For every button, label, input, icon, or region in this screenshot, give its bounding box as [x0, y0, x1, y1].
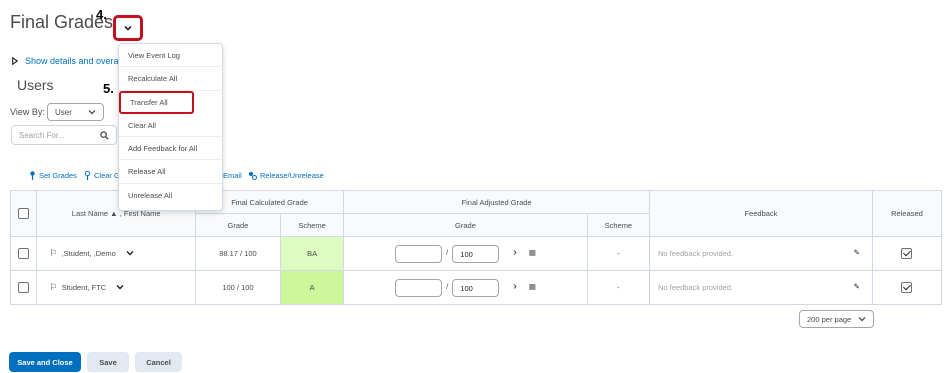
released-header: Released [871, 190, 943, 237]
chevron-right-icon[interactable]: › [513, 281, 516, 292]
sort-up-icon: ▲ [110, 209, 118, 218]
per-page-select[interactable]: 200 per page [799, 310, 874, 328]
chevron-down-icon [124, 25, 132, 31]
annotation-step-4: 4. [96, 7, 107, 22]
show-details-toggle[interactable]: Show details and overa [12, 56, 119, 66]
show-details-link[interactable]: Show details and overa [25, 56, 119, 66]
feedback-text: No feedback provided. [658, 249, 734, 258]
triangle-right-icon [12, 57, 18, 65]
feedback-cell: No feedback provided. ✎ [649, 236, 873, 271]
select-all-checkbox[interactable] [18, 208, 30, 219]
users-heading: Users [17, 77, 54, 93]
view-by-value: User [55, 107, 72, 117]
edit-pencil-icon[interactable]: ✎ [854, 282, 860, 291]
email-label: Email [223, 171, 242, 180]
view-by-select[interactable]: User [47, 103, 104, 121]
set-grades-label: Set Grades [39, 171, 77, 180]
calculator-icon[interactable]: ▦ [529, 248, 536, 257]
row-checkbox[interactable] [18, 282, 30, 293]
adj-grade-max: 100 [452, 244, 500, 263]
search-placeholder: Search For... [19, 130, 65, 140]
row-checkbox[interactable] [18, 248, 30, 259]
adj-grade-max: 100 [452, 278, 500, 297]
student-name-cell: ⚐ ,Student, ,Demo [36, 236, 196, 271]
select-all-cell [9, 190, 38, 237]
calc-scheme-cell: BA [279, 236, 345, 271]
annotation-step-5: 5. [103, 81, 114, 96]
adj-scheme-cell: - [586, 270, 651, 305]
adj-scheme-header: Scheme [586, 213, 651, 237]
grade-divider: / [446, 248, 449, 258]
per-page-value: 200 per page [807, 314, 852, 324]
released-cell [871, 236, 943, 271]
adj-grade-input[interactable] [395, 278, 442, 297]
feedback-text: No feedback provided. [658, 283, 734, 292]
search-input[interactable]: Search For... [11, 125, 117, 145]
released-cell [871, 270, 943, 305]
chevron-down-icon[interactable] [116, 284, 124, 290]
view-by-label: View By: [10, 107, 45, 117]
calc-grade-header: Grade [194, 213, 282, 237]
set-grades-button[interactable]: Set Grades [29, 171, 77, 180]
adj-grade-cell: / 100 › ▦ [343, 236, 588, 271]
released-checkbox[interactable] [901, 248, 913, 259]
edit-pencil-icon[interactable]: ✎ [854, 248, 860, 257]
save-button[interactable]: Save [87, 352, 129, 372]
pin-clear-icon [84, 171, 91, 180]
release-unrelease-button[interactable]: Release/Unrelease [248, 171, 324, 180]
chevron-right-icon[interactable]: › [513, 247, 516, 258]
menu-item-view-event-log[interactable]: View Event Log [119, 44, 222, 68]
save-and-close-button[interactable]: Save and Close [9, 352, 81, 372]
feedback-cell: No feedback provided. ✎ [649, 270, 873, 305]
calc-grade-cell: 100 / 100 [194, 270, 282, 305]
calc-grade-cell: 88.17 / 100 [194, 236, 282, 271]
chevron-down-icon[interactable] [126, 250, 134, 256]
clear-grades-button[interactable]: Clear Gr [84, 171, 122, 180]
chevron-down-icon [88, 110, 96, 115]
adj-grade-cell: / 100 › ▦ [343, 270, 588, 305]
title-actions-button[interactable] [113, 15, 143, 41]
email-button[interactable]: Email [223, 171, 242, 180]
menu-item-transfer-all[interactable]: Transfer All [119, 90, 194, 114]
search-icon[interactable] [100, 130, 109, 140]
adj-grade-header: Grade [343, 213, 588, 237]
calc-scheme-header: Scheme [279, 213, 345, 237]
chevron-down-icon [858, 317, 866, 322]
table-row: ⚐ ,Student, ,Demo 88.17 / 100 BA / 100 ›… [9, 236, 943, 271]
flag-icon[interactable]: ⚐ [49, 248, 57, 258]
student-name-cell: ⚐ Student, FTC [36, 270, 196, 305]
adj-grade-input[interactable] [395, 244, 442, 263]
row-select-cell [9, 270, 38, 305]
menu-item-clear-all[interactable]: Clear All [119, 114, 222, 138]
menu-item-add-feedback-all[interactable]: Add Feedback for All [119, 137, 222, 161]
released-checkbox[interactable] [901, 282, 913, 293]
final-grades-actions-menu: View Event Log Recalculate All Transfer … [118, 43, 223, 211]
adj-scheme-cell: - [586, 236, 651, 271]
row-select-cell [9, 236, 38, 271]
release-unrelease-label: Release/Unrelease [260, 171, 324, 180]
calc-scheme-cell: A [279, 270, 345, 305]
flag-icon[interactable]: ⚐ [49, 282, 57, 292]
last-name-sort[interactable]: Last Name [72, 209, 108, 218]
feedback-header: Feedback [649, 190, 873, 237]
cancel-button[interactable]: Cancel [135, 352, 182, 372]
menu-item-unrelease-all[interactable]: Unrelease All [119, 184, 222, 207]
student-name[interactable]: ,Student, ,Demo [62, 249, 116, 258]
student-name[interactable]: Student, FTC [62, 283, 107, 292]
menu-item-recalculate-all[interactable]: Recalculate All [119, 67, 222, 91]
calculator-icon[interactable]: ▦ [529, 282, 536, 291]
grade-divider: / [446, 282, 449, 292]
table-row: ⚐ Student, FTC 100 / 100 A / 100 › ▦ - N… [9, 270, 943, 305]
pin-icon [30, 171, 35, 180]
final-adjusted-header: Final Adjusted Grade [343, 190, 650, 214]
menu-item-release-all[interactable]: Release All [119, 160, 222, 184]
release-icon [249, 172, 257, 180]
